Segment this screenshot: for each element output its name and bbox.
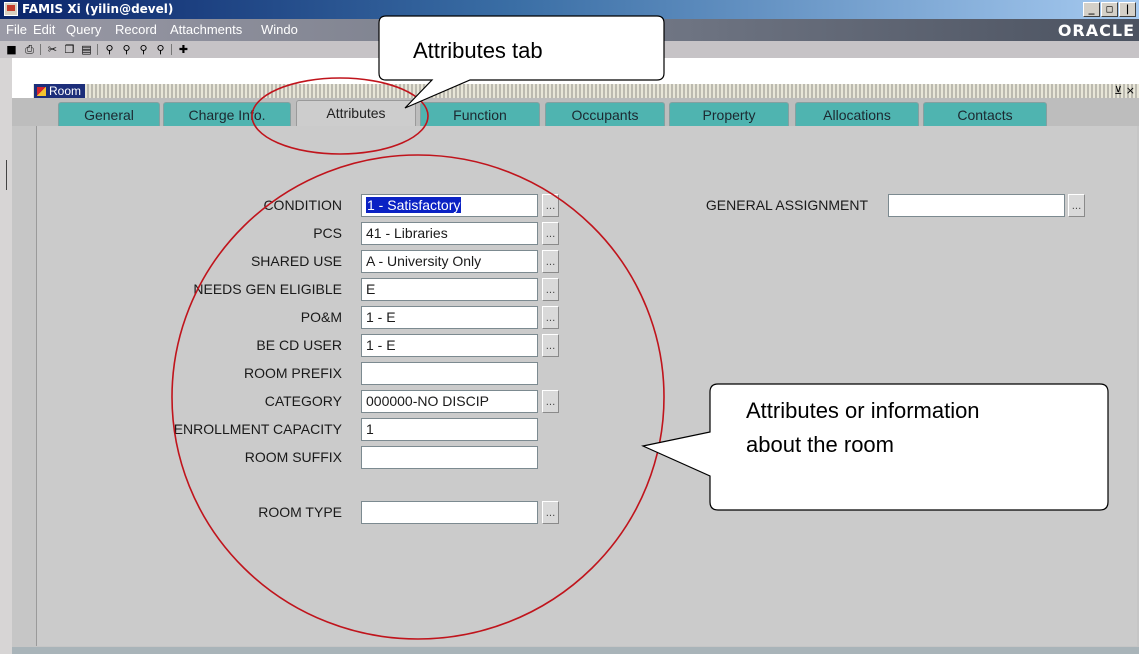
attributes-tab-highlight	[251, 77, 429, 155]
annotation-layer: Attributes tab Attributes or information…	[171, 15, 1109, 640]
room-fields-highlight	[171, 154, 665, 640]
room-callout-line2: about the room	[746, 432, 894, 457]
room-callout-line1: Attributes or information	[746, 398, 980, 423]
attributes-tab-callout-text: Attributes tab	[413, 38, 543, 63]
